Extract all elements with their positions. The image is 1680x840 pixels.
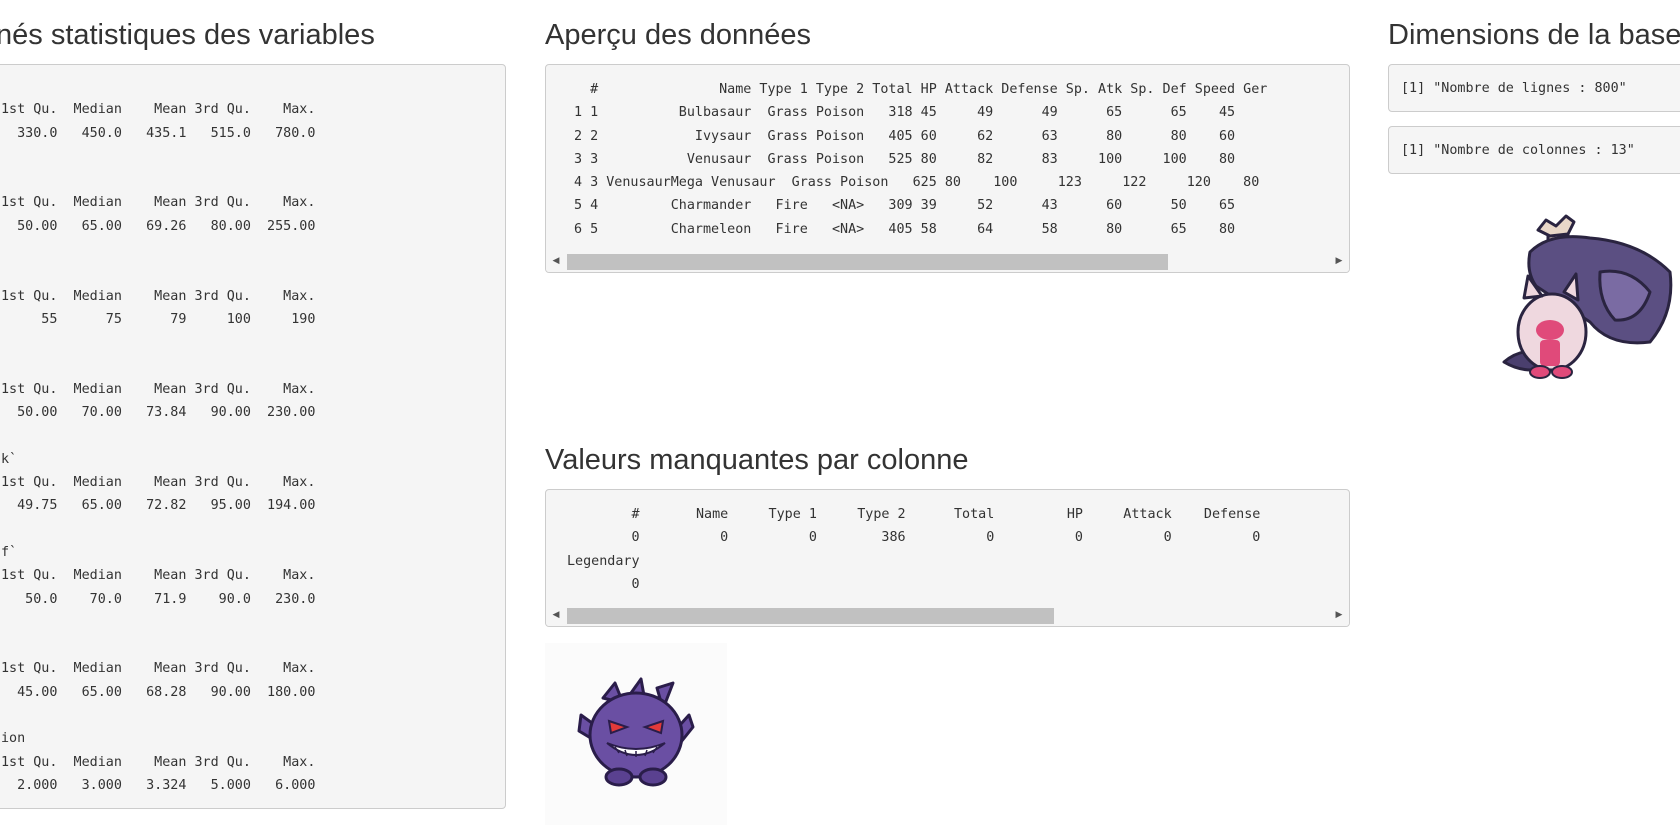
preview-scroll-thumb[interactable] [567,254,1168,270]
preview-horizontal-scrollbar[interactable]: ◀ ▶ [546,251,1349,272]
dimensions-cols-panel[interactable]: [1] "Nombre de colonnes : 13" [1388,126,1680,174]
dimensions-cols-text: [1] "Nombre de colonnes : 13" [1401,143,1635,158]
gengar-sprite-icon [545,643,727,825]
tinkaton-sprite-icon [1490,212,1680,387]
gengar-sprite-svg [577,677,695,787]
page: nés statistiques des variables 1st Qu. M… [0,0,1680,840]
missing-horizontal-scrollbar[interactable]: ◀ ▶ [546,605,1349,626]
preview-output-panel[interactable]: # Name Type 1 Type 2 Total HP Attack Def… [545,64,1350,273]
preview-output-text: # Name Type 1 Type 2 Total HP Attack Def… [574,82,1268,237]
dimensions-title: Dimensions de la base [1388,19,1680,51]
scroll-right-arrow-icon[interactable]: ▶ [1331,605,1347,626]
dimensions-rows-panel[interactable]: [1] "Nombre de lignes : 800" [1388,64,1680,112]
scroll-left-arrow-icon[interactable]: ◀ [548,251,564,272]
preview-title: Aperçu des données [545,19,812,51]
dimensions-rows-text: [1] "Nombre de lignes : 800" [1401,81,1627,96]
missing-output-text: # Name Type 1 Type 2 Total HP Attack Def… [567,507,1261,592]
scroll-right-arrow-icon[interactable]: ▶ [1331,251,1347,272]
summary-output-text: 1st Qu. Median Mean 3rd Qu. Max. 330.0 4… [1,102,316,793]
summary-output-panel[interactable]: 1st Qu. Median Mean 3rd Qu. Max. 330.0 4… [0,64,506,809]
missing-scroll-thumb[interactable] [567,608,1054,624]
missing-title: Valeurs manquantes par colonne [545,444,969,476]
summary-title: nés statistiques des variables [0,19,375,51]
missing-output-panel[interactable]: # Name Type 1 Type 2 Total HP Attack Def… [545,489,1350,627]
scroll-left-arrow-icon[interactable]: ◀ [548,605,564,626]
tinkaton-sprite-svg [1502,214,1673,379]
